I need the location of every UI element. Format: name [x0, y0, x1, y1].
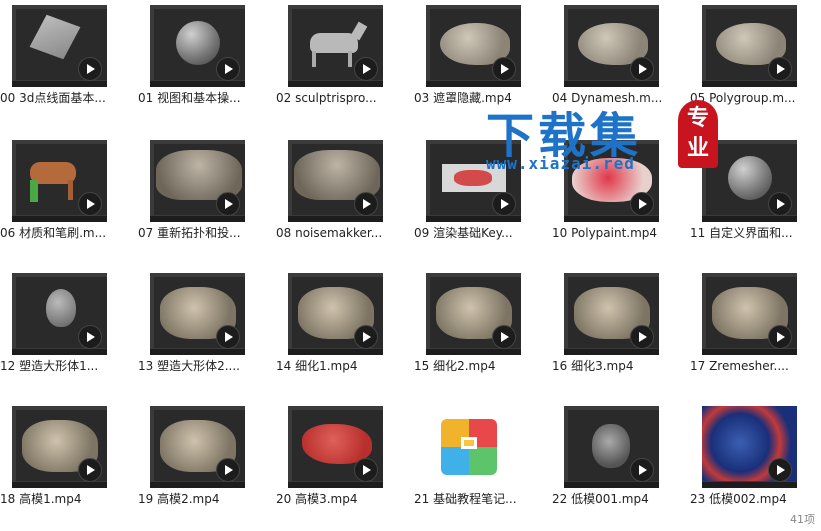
video-thumbnail: [288, 406, 383, 488]
egg-model: [46, 289, 76, 327]
file-item[interactable]: 02 sculptrispro...: [276, 0, 406, 128]
file-item[interactable]: 04 Dynamesh.m...: [552, 0, 682, 128]
play-icon: [492, 325, 516, 349]
video-thumbnail: [426, 273, 521, 355]
video-thumbnail: [702, 273, 797, 355]
video-thumbnail: [288, 5, 383, 87]
file-item[interactable]: 08 noisemakker...: [276, 135, 406, 263]
play-icon: [216, 325, 240, 349]
file-name: 03 遮罩隐藏.mp4: [414, 91, 512, 105]
video-thumbnail: [12, 140, 107, 222]
video-thumbnail: [150, 273, 245, 355]
play-icon: [78, 325, 102, 349]
file-name: 19 高模2.mp4: [138, 492, 220, 506]
file-name: 22 低模001.mp4: [552, 492, 649, 506]
file-name: 17 Zremesher....: [690, 359, 789, 373]
play-icon: [630, 458, 654, 482]
cube-model: [29, 14, 81, 60]
video-thumbnail: [702, 140, 797, 222]
file-name: 21 基础教程笔记...: [414, 492, 517, 506]
video-thumbnail: [12, 273, 107, 355]
play-icon: [630, 57, 654, 81]
file-name: 09 渲染基础Key...: [414, 226, 513, 240]
sphere-model: [728, 156, 772, 200]
file-item[interactable]: 03 遮罩隐藏.mp4: [414, 0, 544, 128]
video-thumbnail: [288, 140, 383, 222]
file-name: 02 sculptrispro...: [276, 91, 377, 105]
video-thumbnail: [564, 140, 659, 222]
file-item[interactable]: 13 塑造大形体2....: [138, 268, 268, 396]
file-item[interactable]: 12 塑造大形体1...: [0, 268, 130, 396]
file-item[interactable]: 11 自定义界面和...: [690, 135, 820, 263]
video-thumbnail: [564, 406, 659, 488]
file-grid: 00 3d点线面基本... 01 视图和基本操... 02 sculptrispro…: [0, 0, 821, 531]
file-item[interactable]: 15 细化2.mp4: [414, 268, 544, 396]
file-item[interactable]: 14 细化1.mp4: [276, 268, 406, 396]
file-item[interactable]: 07 重新拓扑和投...: [138, 135, 268, 263]
play-icon: [354, 192, 378, 216]
video-thumbnail: [150, 140, 245, 222]
file-name: 16 细化3.mp4: [552, 359, 634, 373]
play-icon: [768, 192, 792, 216]
file-item[interactable]: 05 Polygroup.m...: [690, 0, 820, 128]
file-name: 01 视图和基本操...: [138, 91, 241, 105]
file-name: 12 塑造大形体1...: [0, 359, 99, 373]
video-thumbnail: [12, 5, 107, 87]
video-thumbnail: [564, 5, 659, 87]
play-icon: [78, 192, 102, 216]
video-thumbnail: [12, 406, 107, 488]
file-item[interactable]: 01 视图和基本操...: [138, 0, 268, 128]
file-name: 05 Polygroup.m...: [690, 91, 796, 105]
file-name: 20 高模3.mp4: [276, 492, 358, 506]
video-thumbnail: [150, 406, 245, 488]
play-icon: [216, 458, 240, 482]
file-name: 23 低模002.mp4: [690, 492, 787, 506]
file-item[interactable]: 10 Polypaint.mp4: [552, 135, 682, 263]
video-thumbnail: [150, 5, 245, 87]
play-icon: [354, 57, 378, 81]
play-icon: [78, 458, 102, 482]
archive-icon: [441, 419, 497, 475]
play-icon: [768, 57, 792, 81]
item-count: 41项: [790, 513, 815, 526]
file-item[interactable]: 09 渲染基础Key...: [414, 135, 544, 263]
video-thumbnail: [426, 5, 521, 87]
play-icon: [630, 192, 654, 216]
sphere-model: [176, 21, 220, 65]
file-name: 18 高模1.mp4: [0, 492, 82, 506]
file-item[interactable]: 00 3d点线面基本...: [0, 0, 130, 128]
play-icon: [492, 57, 516, 81]
file-name: 06 材质和笔刷.m...: [0, 226, 107, 240]
play-icon: [630, 325, 654, 349]
video-thumbnail: [426, 140, 521, 222]
file-item[interactable]: 06 材质和笔刷.m...: [0, 135, 130, 263]
file-name: 08 noisemakker...: [276, 226, 383, 240]
file-name: 07 重新拓扑和投...: [138, 226, 241, 240]
video-thumbnail: [702, 5, 797, 87]
play-icon: [354, 325, 378, 349]
file-name: 04 Dynamesh.m...: [552, 91, 663, 105]
play-icon: [78, 57, 102, 81]
file-name: 00 3d点线面基本...: [0, 91, 106, 105]
video-thumbnail: [288, 273, 383, 355]
file-name: 13 塑造大形体2....: [138, 359, 240, 373]
play-icon: [492, 192, 516, 216]
file-item[interactable]: 16 细化3.mp4: [552, 268, 682, 396]
file-name: 15 细化2.mp4: [414, 359, 496, 373]
play-icon: [768, 458, 792, 482]
file-name: 10 Polypaint.mp4: [552, 226, 658, 240]
file-name: 11 自定义界面和...: [690, 226, 793, 240]
play-icon: [354, 458, 378, 482]
creature-small-model: [592, 424, 630, 468]
file-item[interactable]: 17 Zremesher....: [690, 268, 820, 396]
video-thumbnail: [564, 273, 659, 355]
video-thumbnail: [702, 406, 797, 488]
play-icon: [216, 57, 240, 81]
file-name: 14 细化1.mp4: [276, 359, 358, 373]
play-icon: [216, 192, 240, 216]
play-icon: [768, 325, 792, 349]
clip-mask: [0, 506, 821, 531]
